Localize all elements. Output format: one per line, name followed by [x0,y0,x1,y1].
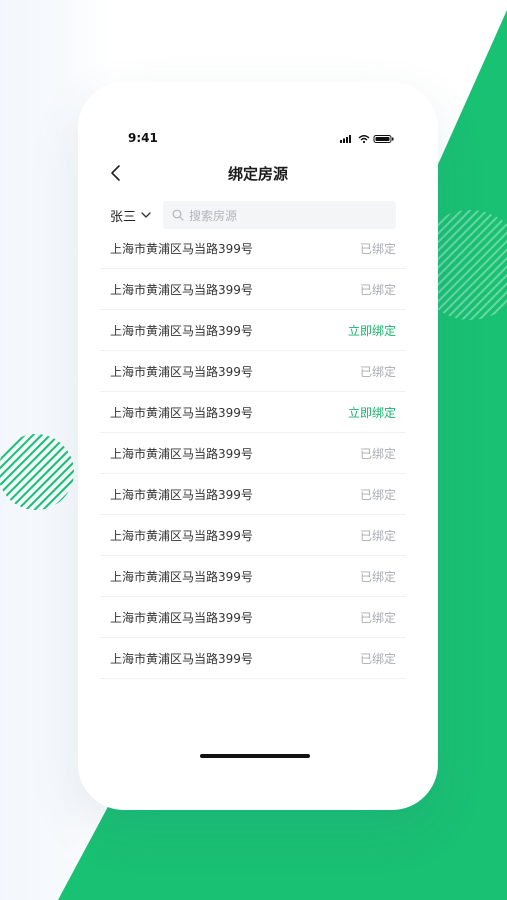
bound-status: 已绑定 [359,611,396,625]
user-name: 张三 [110,209,137,225]
property-address: 上海市黄浦区马当路399号 [110,611,253,625]
property-address: 上海市黄浦区马当路399号 [110,406,253,420]
home-indicator [200,754,310,758]
chevron-down-icon [141,212,151,218]
list-item: 上海市黄浦区马当路399号 已绑定 [100,638,406,679]
list-item: 上海市黄浦区马当路399号 立即绑定 [100,310,406,351]
bound-status: 已绑定 [359,242,396,256]
property-address: 上海市黄浦区马当路399号 [110,447,253,461]
status-icons [340,135,394,144]
bind-now-button[interactable]: 立即绑定 [348,404,396,421]
list-item: 上海市黄浦区马当路399号 已绑定 [100,351,406,392]
list-item: 上海市黄浦区马当路399号 已绑定 [100,269,406,310]
property-address: 上海市黄浦区马当路399号 [110,324,253,338]
bound-status: 已绑定 [359,488,396,502]
property-address: 上海市黄浦区马当路399号 [110,365,253,379]
property-list: 上海市黄浦区马当路399号 已绑定 上海市黄浦区马当路399号 已绑定 上海市黄浦区马当… [100,228,406,679]
property-address: 上海市黄浦区马当路399号 [110,488,253,502]
bound-status: 已绑定 [359,283,396,297]
property-address: 上海市黄浦区马当路399号 [110,242,253,256]
list-item: 上海市黄浦区马当路399号 已绑定 [100,433,406,474]
bound-status: 已绑定 [359,529,396,543]
status-time: 9:41 [128,131,158,145]
list-item: 上海市黄浦区马当路399号 已绑定 [100,597,406,638]
signal-icon [340,135,351,143]
search-input[interactable]: 搜索房源 [163,201,396,229]
back-button[interactable] [106,162,126,184]
property-address: 上海市黄浦区马当路399号 [110,283,253,297]
bound-status: 已绑定 [359,570,396,584]
search-placeholder: 搜索房源 [189,208,238,223]
list-item: 上海市黄浦区马当路399号 立即绑定 [100,392,406,433]
property-address: 上海市黄浦区马当路399号 [110,529,253,543]
bound-status: 已绑定 [359,447,396,461]
bound-status: 已绑定 [359,652,396,666]
list-item: 上海市黄浦区马当路399号 已绑定 [100,228,406,269]
battery-icon [373,135,394,143]
filter-row: 张三 搜索房源 [78,201,438,229]
list-item: 上海市黄浦区马当路399号 已绑定 [100,515,406,556]
search-icon [172,209,184,221]
phone-frame: 9:41 绑定房源 张三 搜索房源 上海市黄浦区马当路399号 已绑定 上海市黄… [78,82,438,810]
status-bar [78,82,438,122]
property-address: 上海市黄浦区马当路399号 [110,652,253,666]
list-item: 上海市黄浦区马当路399号 已绑定 [100,474,406,515]
list-item: 上海市黄浦区马当路399号 已绑定 [100,556,406,597]
bind-now-button[interactable]: 立即绑定 [348,322,396,339]
bound-status: 已绑定 [359,365,396,379]
wifi-icon [358,135,370,144]
navigation-bar: 绑定房源 [78,158,438,188]
chevron-left-icon [111,165,120,181]
user-dropdown[interactable]: 张三 [110,205,152,225]
property-address: 上海市黄浦区马当路399号 [110,570,253,584]
page-title: 绑定房源 [227,165,288,183]
